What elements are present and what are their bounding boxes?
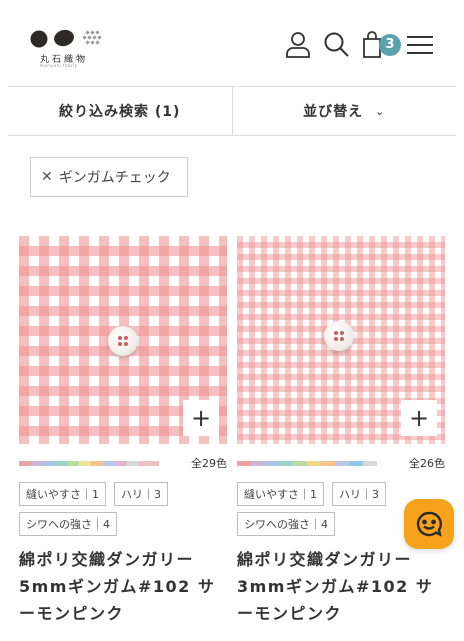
attribute-tags: 縫いやすさ｜1 ハリ｜3 シワへの強さ｜4 [19, 482, 227, 536]
button-decoration [108, 326, 138, 356]
product-image[interactable]: + [237, 236, 445, 444]
add-to-cart-plus-button[interactable]: + [401, 400, 437, 436]
color-swatch-strip[interactable] [19, 461, 159, 466]
site-header: 丸石織物 maruishi fabric 3 [0, 0, 464, 86]
menu-icon[interactable] [405, 30, 435, 58]
product-name[interactable]: 綿ポリ交織ダンガリー 5mmギンガム#102 サーモンピンク [19, 546, 227, 627]
add-to-cart-plus-button[interactable]: + [183, 400, 219, 436]
close-icon[interactable]: ✕ [41, 169, 53, 185]
tag-stiffness: ハリ｜3 [114, 482, 168, 506]
tag-ease-of-sewing: 縫いやすさ｜1 [237, 482, 324, 506]
filter-sort-bar: 絞り込み検索 (1) 並び替え ⌄ [8, 86, 456, 136]
user-icon[interactable] [284, 30, 312, 58]
color-swatch-row: 全26色 [237, 452, 445, 476]
color-swatch-row: 全29色 [19, 452, 227, 476]
product-name[interactable]: 綿ポリ交織ダンガリー 3mmギンガム#102 サーモンピンク [237, 546, 445, 627]
sort-button[interactable]: 並び替え ⌄ [233, 87, 457, 135]
search-icon[interactable] [322, 30, 350, 58]
tag-stiffness: ハリ｜3 [332, 482, 386, 506]
button-decoration [324, 321, 354, 351]
site-logo[interactable]: 丸石織物 maruishi fabric [30, 28, 110, 68]
color-count: 全29色 [191, 457, 227, 470]
product-image[interactable]: + [19, 236, 227, 444]
filter-search-button[interactable]: 絞り込み検索 (1) [8, 87, 233, 135]
product-card[interactable]: + 全26色 縫いやすさ｜1 ハリ｜3 シワへの強さ｜4 綿ポリ交織ダンガリー … [237, 236, 445, 627]
tag-ease-of-sewing: 縫いやすさ｜1 [19, 482, 106, 506]
color-swatch-strip[interactable] [237, 461, 377, 466]
tag-wrinkle-resistance: シワへの強さ｜4 [19, 512, 117, 536]
tag-wrinkle-resistance: シワへの強さ｜4 [237, 512, 335, 536]
chat-button[interactable] [404, 499, 454, 549]
filter-search-label: 絞り込み検索 (1) [59, 104, 181, 120]
sort-label: 並び替え [303, 104, 364, 120]
active-filter-chip[interactable]: ✕ ギンガムチェック [30, 157, 188, 197]
cart-count-badge: 3 [379, 34, 401, 56]
product-card[interactable]: + 全29色 縫いやすさ｜1 ハリ｜3 シワへの強さ｜4 綿ポリ交織ダンガリー … [19, 236, 227, 627]
chat-icon [416, 511, 442, 537]
logo-subtext: maruishi fabric [40, 63, 78, 68]
logo-mark-icon [30, 29, 102, 48]
active-filter-label: ギンガムチェック [58, 170, 171, 186]
color-count: 全26色 [409, 457, 445, 470]
chevron-down-icon: ⌄ [375, 104, 386, 118]
